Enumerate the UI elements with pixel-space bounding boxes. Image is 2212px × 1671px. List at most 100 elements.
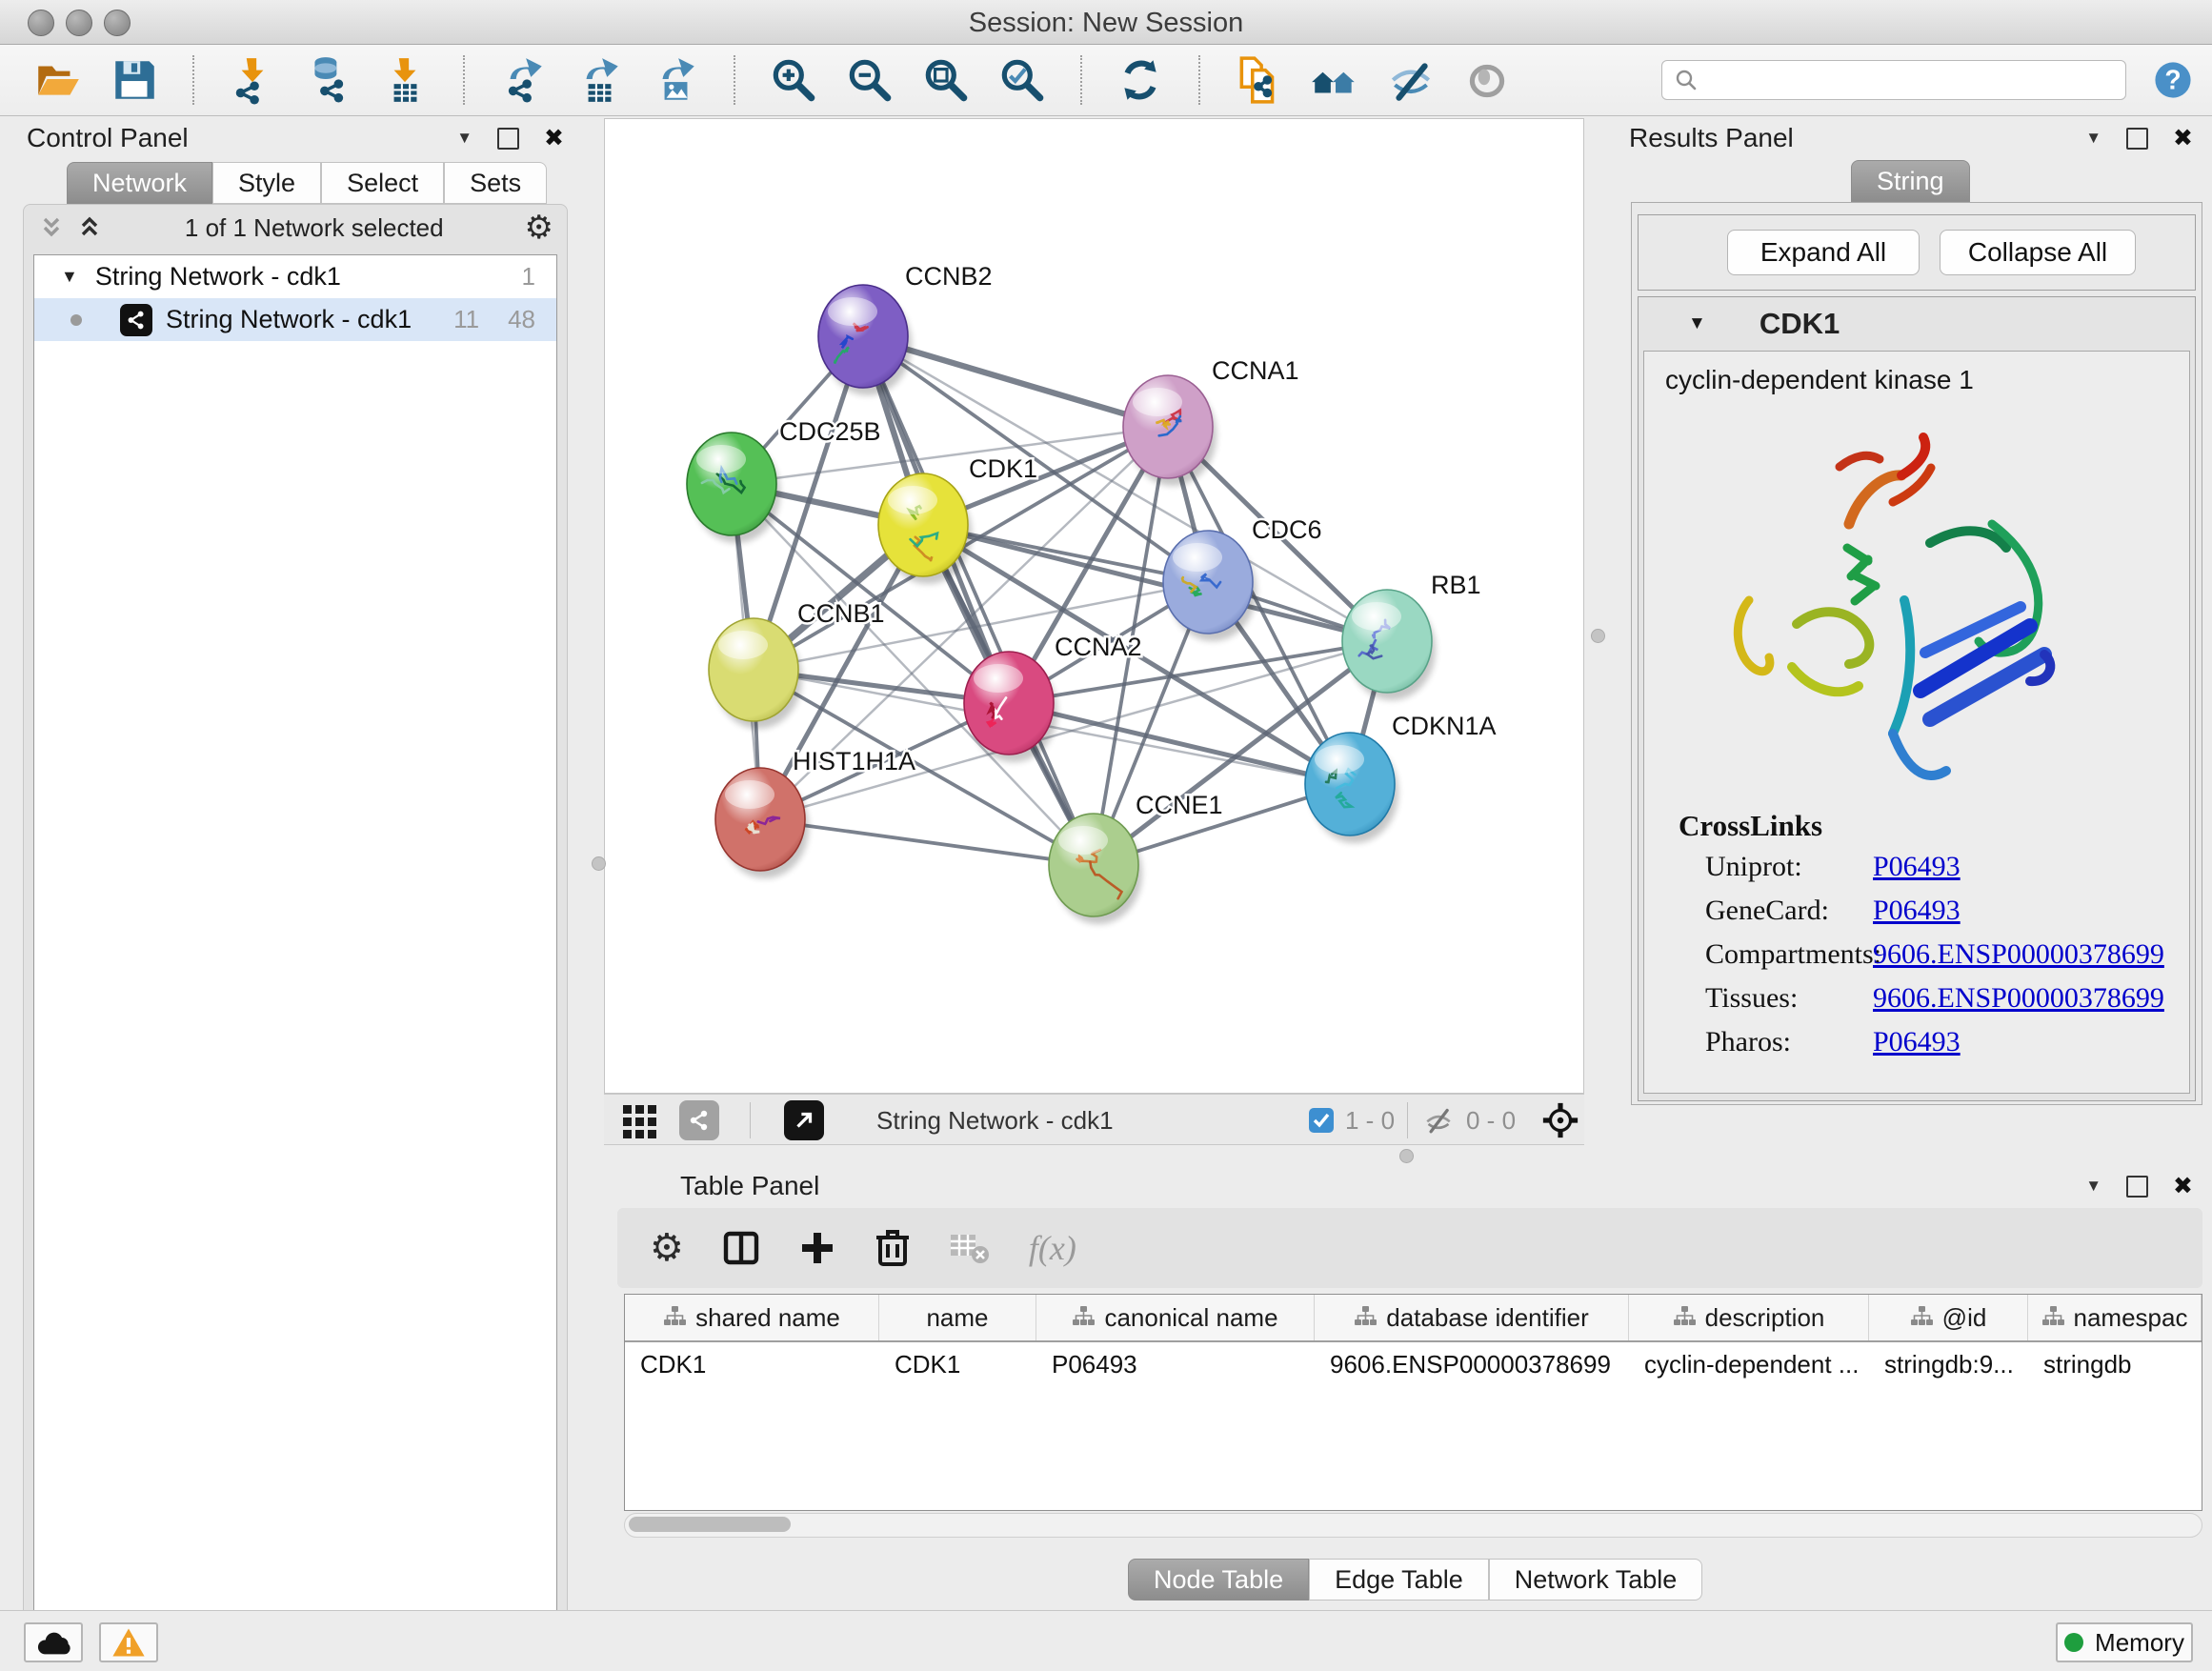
zoom-in-button[interactable]	[768, 52, 819, 108]
delete-table-icon[interactable]	[949, 1231, 991, 1265]
tab-node-table[interactable]: Node Table	[1128, 1559, 1309, 1601]
vertical-splitter-handle[interactable]	[592, 856, 606, 871]
import-network-database-button[interactable]	[303, 52, 354, 108]
share-icon[interactable]	[679, 1100, 719, 1140]
gene-section-header[interactable]: ▼ CDK1	[1639, 297, 2195, 351]
table-cell[interactable]: stringdb:9...	[1869, 1342, 2028, 1386]
delete-column-icon[interactable]	[875, 1228, 911, 1268]
panel-float-icon[interactable]	[497, 128, 519, 150]
crosslink-link[interactable]: P06493	[1873, 1026, 1961, 1058]
network-node-cdkn1a[interactable]	[1305, 733, 1398, 843]
table-cell[interactable]: stringdb	[2028, 1342, 2202, 1386]
panel-close-icon[interactable]: ✖	[2173, 124, 2193, 152]
panel-menu-icon[interactable]: ▼	[2085, 1177, 2101, 1196]
crosslink-link[interactable]: 9606.ENSP00000378699	[1873, 938, 2164, 971]
panel-float-icon[interactable]	[2126, 128, 2148, 150]
column-header-description[interactable]: description	[1629, 1295, 1869, 1340]
panel-float-icon[interactable]	[2126, 1176, 2148, 1198]
horizontal-splitter-handle[interactable]	[1399, 1149, 1414, 1163]
network-options-gear-icon[interactable]: ⚙	[525, 211, 553, 244]
search-input[interactable]	[1699, 66, 2125, 94]
tab-select[interactable]: Select	[321, 162, 444, 204]
table-cell[interactable]: CDK1	[879, 1342, 1036, 1386]
panel-close-icon[interactable]: ✖	[2173, 1172, 2193, 1200]
tab-network-table[interactable]: Network Table	[1489, 1559, 1703, 1601]
tab-style[interactable]: Style	[212, 162, 321, 204]
collapse-all-button[interactable]: Collapse All	[1940, 230, 2136, 275]
import-network-file-button[interactable]	[227, 52, 278, 108]
panel-close-icon[interactable]: ✖	[544, 124, 564, 152]
zoom-fit-button[interactable]	[920, 52, 972, 108]
tab-string[interactable]: String	[1851, 160, 1970, 202]
warnings-button[interactable]	[99, 1622, 158, 1662]
tab-edge-table[interactable]: Edge Table	[1309, 1559, 1489, 1601]
crosslink-link[interactable]: P06493	[1873, 851, 1961, 883]
network-node-ccna2[interactable]	[964, 652, 1057, 762]
help-button[interactable]: ?	[2151, 52, 2195, 108]
network-row[interactable]: String Network - cdk1 11 48	[34, 298, 556, 341]
function-builder-icon[interactable]: f(x)	[1029, 1228, 1076, 1268]
crosslink-link[interactable]: 9606.ENSP00000378699	[1873, 982, 2164, 1015]
tab-network[interactable]: Network	[67, 162, 212, 204]
network-node-ccna1[interactable]	[1123, 375, 1217, 486]
table-options-gear-icon[interactable]: ⚙	[650, 1229, 684, 1267]
refresh-button[interactable]	[1115, 52, 1166, 108]
expand-all-icon[interactable]	[75, 213, 104, 242]
add-column-icon[interactable]	[798, 1229, 836, 1267]
table-cell[interactable]: 9606.ENSP00000378699	[1315, 1342, 1629, 1386]
zoom-out-button[interactable]	[844, 52, 895, 108]
network-canvas[interactable]: CCNB2CCNA1CDC25BCDK1CDC6RB1CCNB1CCNA2CDK…	[604, 118, 1584, 1094]
save-session-button[interactable]	[109, 52, 160, 108]
zoom-selected-button[interactable]	[996, 52, 1048, 108]
network-edge[interactable]	[760, 819, 1094, 865]
show-columns-icon[interactable]	[722, 1229, 760, 1267]
grid-icon[interactable]	[622, 1104, 660, 1138]
birdseye-icon[interactable]	[1540, 1100, 1580, 1140]
panel-menu-icon[interactable]: ▼	[456, 129, 473, 148]
column-header-namespac[interactable]: namespac	[2028, 1295, 2202, 1340]
network-node-ccnb1[interactable]	[709, 618, 802, 729]
show-graphics-button[interactable]	[1461, 52, 1513, 108]
hide-graphics-button[interactable]	[1385, 52, 1437, 108]
home-networks-button[interactable]	[1309, 52, 1360, 108]
cloud-button[interactable]	[24, 1622, 83, 1662]
export-image-file-button[interactable]	[650, 52, 701, 108]
column-header-shared-name[interactable]: shared name	[625, 1295, 879, 1340]
search-box[interactable]	[1661, 60, 2126, 100]
expand-all-button[interactable]: Expand All	[1727, 230, 1920, 275]
export-network-file-button[interactable]	[497, 52, 549, 108]
table-horizontal-scrollbar[interactable]	[624, 1513, 2202, 1538]
tab-sets[interactable]: Sets	[444, 162, 547, 204]
hidden-eye-icon[interactable]	[1422, 1106, 1455, 1135]
network-node-cdc6[interactable]	[1163, 531, 1257, 641]
scrollbar-thumb[interactable]	[629, 1517, 791, 1532]
tree-expander-icon[interactable]: ▼	[61, 267, 78, 287]
network-node-ccne1[interactable]	[1049, 814, 1142, 924]
column-header-canonical-name[interactable]: canonical name	[1036, 1295, 1315, 1340]
network-node-ccnb2[interactable]	[818, 285, 912, 395]
network-edge[interactable]	[863, 336, 1094, 865]
column-header-name[interactable]: name	[879, 1295, 1036, 1340]
table-cell[interactable]: P06493	[1036, 1342, 1315, 1386]
panel-menu-icon[interactable]: ▼	[2085, 129, 2101, 148]
open-in-new-icon[interactable]	[784, 1100, 824, 1140]
network-node-cdk1[interactable]	[878, 473, 972, 584]
network-node-rb1[interactable]	[1342, 590, 1436, 700]
vertical-splitter-handle[interactable]	[1591, 629, 1605, 643]
network-collection-row[interactable]: ▼ String Network - cdk1 1	[34, 255, 556, 298]
table-cell[interactable]: cyclin-dependent ...	[1629, 1342, 1869, 1386]
node-label-cdc25b: CDC25B	[779, 417, 881, 446]
crosslink-link[interactable]: P06493	[1873, 895, 1961, 927]
export-table-file-button[interactable]	[573, 52, 625, 108]
open-session-button[interactable]	[32, 52, 84, 108]
column-header--id[interactable]: @id	[1869, 1295, 2028, 1340]
collapse-all-icon[interactable]	[37, 213, 66, 242]
copy-network-button[interactable]	[1233, 52, 1284, 108]
table-cell[interactable]: CDK1	[625, 1342, 879, 1386]
section-expander-icon[interactable]: ▼	[1688, 313, 1706, 334]
column-header-database-identifier[interactable]: database identifier	[1315, 1295, 1629, 1340]
network-node-cdc25b[interactable]	[687, 433, 780, 543]
selected-checkbox-icon[interactable]	[1308, 1107, 1335, 1134]
memory-button[interactable]: Memory	[2056, 1622, 2193, 1662]
import-table-file-button[interactable]	[379, 52, 431, 108]
